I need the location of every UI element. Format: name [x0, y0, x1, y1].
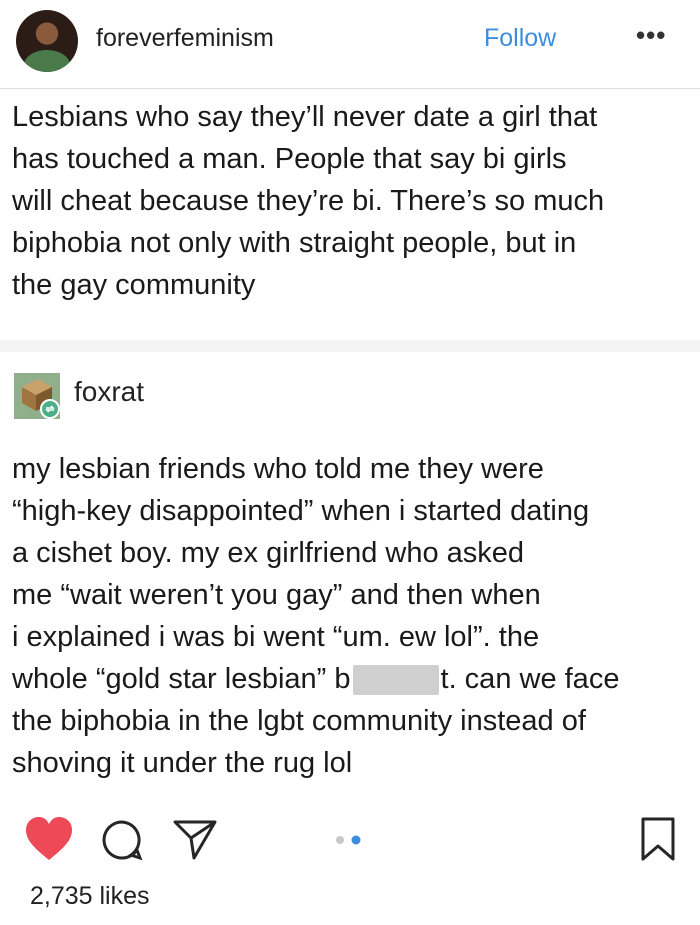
- post-line: biphobia not only with straight people, …: [12, 227, 577, 259]
- username[interactable]: foreverfeminism: [96, 24, 274, 53]
- reblog-line: “high-key disappointed” when i started d…: [12, 495, 590, 527]
- more-options-icon[interactable]: •••: [636, 20, 666, 51]
- post-header: foreverfeminism Follow •••: [0, 0, 700, 84]
- reblog-line: a cishet boy. my ex girlfriend who asked: [12, 537, 525, 569]
- post-text: Lesbians who say they’ll never date a gi…: [12, 96, 692, 306]
- likes-count[interactable]: 2,735 likes: [30, 882, 150, 911]
- avatar-shoulders: [24, 50, 70, 72]
- reblog-avatar[interactable]: [14, 373, 60, 419]
- section-separator: [0, 340, 700, 352]
- redaction-blur: [352, 665, 439, 696]
- post-line: the gay community: [12, 269, 256, 301]
- post-line: Lesbians who say they’ll never date a gi…: [12, 101, 598, 133]
- profile-avatar[interactable]: [16, 10, 78, 72]
- reblog-line: whole “gold star lesbian” b t. can we fac…: [12, 658, 692, 700]
- reblog-text: my lesbian friends who told me they were…: [12, 448, 692, 784]
- reblog-line-part: t. can we face: [440, 663, 620, 695]
- reblog-line: me “wait weren’t you gay” and then when: [12, 579, 541, 611]
- follow-button[interactable]: Follow: [484, 24, 556, 53]
- reblog-line-part: whole “gold star lesbian” b: [12, 663, 351, 695]
- carousel-dots: [336, 835, 361, 845]
- action-bar: [0, 810, 700, 870]
- post-line: has touched a man. People that say bi gi…: [12, 143, 567, 175]
- reblog-username[interactable]: foxrat: [74, 376, 144, 408]
- heart-icon[interactable]: [24, 816, 74, 862]
- reblog-line: the biphobia in the lgbt community inste…: [12, 705, 586, 737]
- share-icon[interactable]: [172, 818, 218, 862]
- header-divider: [0, 88, 700, 89]
- reblog-line: shoving it under the rug lol: [12, 747, 353, 779]
- bookmark-icon[interactable]: [640, 816, 676, 862]
- reblog-line: i explained i was bi went “um. ew lol”. …: [12, 621, 540, 653]
- comment-icon[interactable]: [100, 818, 144, 862]
- reblog-line: my lesbian friends who told me they were: [12, 453, 544, 485]
- post-line: will cheat because they’re bi. There’s s…: [12, 185, 605, 217]
